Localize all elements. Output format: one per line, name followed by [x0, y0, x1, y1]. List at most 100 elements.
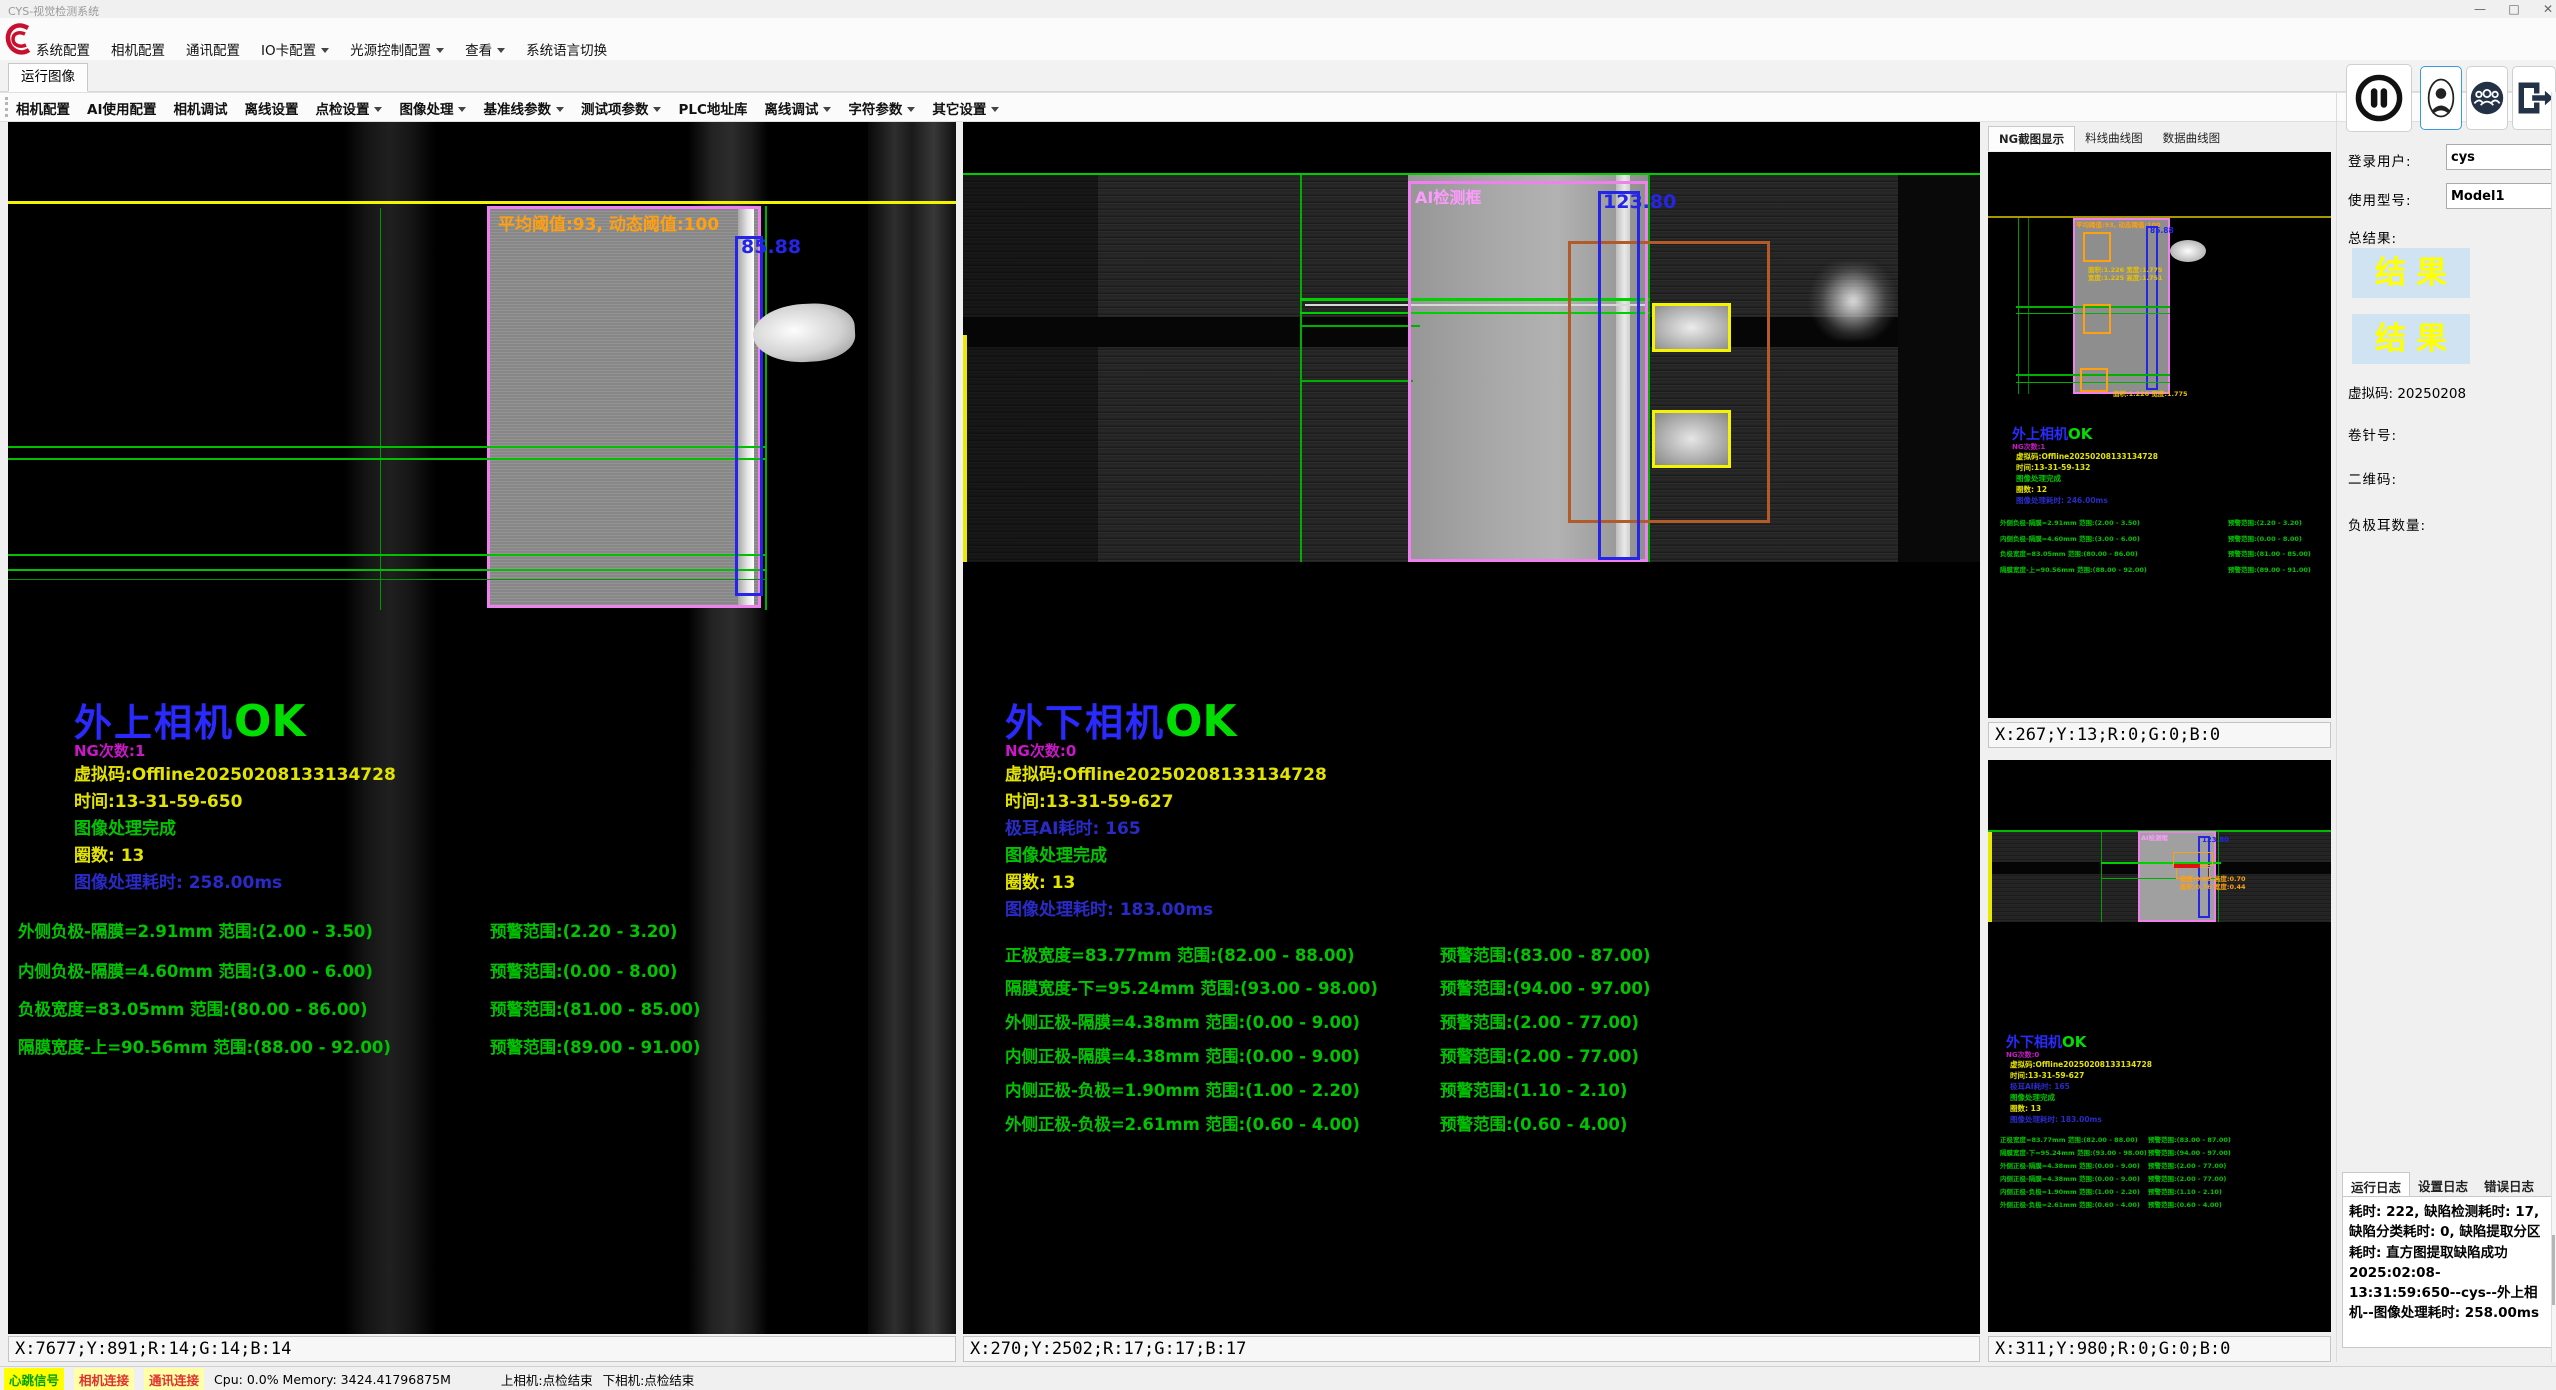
- guide-line: [765, 206, 767, 610]
- pause-button[interactable]: [2346, 64, 2412, 132]
- camera-status-block: 外下相机OK: [1005, 692, 1237, 747]
- guide-line: [380, 208, 381, 610]
- menu-comm-config[interactable]: 通讯配置: [186, 39, 240, 59]
- menu-light-control-config[interactable]: 光源控制配置: [350, 39, 444, 59]
- user-login-button[interactable]: [2420, 66, 2462, 130]
- camera-status-block: 外下相机OK: [2006, 1032, 2086, 1052]
- ng-thumbnail-top[interactable]: 平均阈值:93, 动态阈值:100 85.88 面积:1.226 宽度:1.77…: [1988, 152, 2331, 718]
- user-icon: [2426, 74, 2456, 122]
- ai-box-label: AI检测框: [2141, 832, 2168, 842]
- image-stripe: [344, 122, 436, 1334]
- measurement-row: 内侧正极-隔膜=4.38mm 范围:(0.00 - 9.00)预警范围:(2.0…: [1005, 1043, 1965, 1067]
- model-field[interactable]: [2446, 183, 2556, 209]
- status-bar: 心跳信号 相机连接 通讯连接 Cpu: 0.0% Memory: 3424.41…: [0, 1366, 2556, 1390]
- guide-line: [8, 458, 766, 460]
- tab-data-curve[interactable]: 数据曲线图: [2153, 126, 2231, 151]
- menu-language-switch[interactable]: 系统语言切换: [526, 39, 607, 59]
- measure-value-text: 85.88: [2150, 226, 2174, 235]
- thumb2-cursor-coords: X:311;Y:980;R:0;G:0;B:0: [1988, 1336, 2331, 1362]
- right-cursor-coords: X:270;Y:2502;R:17;G:17;B:17: [963, 1336, 1980, 1362]
- tool-other-settings[interactable]: 其它设置: [932, 98, 999, 118]
- measurement-row: 外侧负极-隔膜=2.91mm 范围:(2.00 - 3.50)预警范围:(2.2…: [18, 918, 948, 942]
- loop-count: 圈数: 12: [2016, 484, 2047, 495]
- measure-value-text: 123.80: [2202, 836, 2229, 844]
- menu-bar: 系统配置 相机配置 通讯配置 IO卡配置 光源控制配置 查看 系统语言切换: [0, 18, 2556, 61]
- virtual-code: 虚拟码:Offline20250208133134728: [2016, 451, 2158, 462]
- measurement-row: 外侧正极-负极=2.61mm 范围:(0.60 - 4.00)预警范围:(0.6…: [2000, 1199, 2140, 1209]
- bottom-camera-check-status: 下相机:点检结束: [603, 1370, 695, 1389]
- tab-material-curve[interactable]: 料线曲线图: [2075, 126, 2153, 151]
- toolbar-grip[interactable]: [5, 97, 8, 117]
- tool-image-process[interactable]: 图像处理: [399, 98, 466, 118]
- heartbeat-status: 心跳信号: [4, 1368, 64, 1390]
- ng-thumbnail-bottom[interactable]: AI检测框 123.80 宽度:0.88 高度:0.70 面积:0.76 宽度:…: [1988, 760, 2331, 1332]
- tool-offline-debug[interactable]: 离线调试: [764, 98, 831, 118]
- capture-time: 时间:13-31-59-627: [1005, 787, 1173, 812]
- measure-box-blue: [735, 236, 763, 596]
- top-camera-check-status: 上相机:点检结束: [501, 1370, 593, 1389]
- window-title: CYS-视觉检测系统: [8, 3, 99, 19]
- login-user-field[interactable]: [2446, 144, 2556, 170]
- camera-ok-status: OK: [1165, 696, 1237, 747]
- minimize-icon[interactable]: —: [2466, 2, 2494, 16]
- user-manage-button[interactable]: [2466, 66, 2508, 130]
- loop-count: 圈数: 13: [1005, 868, 1075, 893]
- maximize-icon[interactable]: □: [2500, 2, 2528, 16]
- defect-annotation: 宽度:1.225 高度:1.751: [2088, 272, 2163, 282]
- qr-code-label: 二维码:: [2348, 468, 2397, 488]
- film-region-box: [487, 206, 761, 608]
- tool-test-params[interactable]: 测试项参数: [581, 98, 662, 118]
- tool-baseline-params[interactable]: 基准线参数: [483, 98, 564, 118]
- defect-annotation: 面积:0.76 宽度:0.44: [2180, 881, 2246, 891]
- menu-camera-config[interactable]: 相机配置: [111, 39, 165, 59]
- camera-status-block: 外上相机OK: [74, 692, 306, 747]
- measurement-row: 正极宽度=83.77mm 范围:(82.00 - 88.00)预警范围:(83.…: [1005, 942, 1965, 966]
- defect-mark-red: [2174, 864, 2200, 868]
- loop-count: 圈数: 13: [2010, 1103, 2041, 1114]
- measurement-row: 外侧正极-负极=2.61mm 范围:(0.60 - 4.00)预警范围:(0.6…: [1005, 1111, 1965, 1135]
- exit-button[interactable]: [2512, 66, 2556, 130]
- right-camera-view[interactable]: AI检测框 123.80 外下相机OK NG次数:0 虚拟码:Offline20…: [963, 122, 1980, 1334]
- guide-line: [1300, 380, 1413, 382]
- defect-box: [2083, 232, 2111, 262]
- camera-title: 外下相机: [1005, 701, 1165, 745]
- defect-annotation: 面积:1.226 宽度:1.775: [2113, 388, 2188, 398]
- menu-system-config[interactable]: 系统配置: [36, 39, 90, 59]
- measure-box-blue: [1598, 191, 1640, 560]
- close-icon[interactable]: ✕: [2534, 2, 2556, 16]
- tool-spot-check[interactable]: 点检设置: [315, 98, 382, 118]
- camera-title: 外上相机: [74, 701, 234, 745]
- left-cursor-coords: X:7677;Y:891;R:14;G:14;B:14: [8, 1336, 956, 1362]
- measurement-row: 内侧负极-隔膜=4.60mm 范围:(3.00 - 6.00)预警范围:(0.0…: [2000, 533, 2140, 543]
- measurement-row: 隔膜宽度-上=90.56mm 范围:(88.00 - 92.00)预警范围:(8…: [18, 1034, 948, 1058]
- tab-run-image[interactable]: 运行图像: [8, 63, 88, 92]
- tool-plc-address[interactable]: PLC地址库: [678, 98, 747, 118]
- tool-camera-debug[interactable]: 相机调试: [173, 98, 227, 118]
- scrollbar-thumb[interactable]: [2552, 1235, 2555, 1305]
- virtual-code: 虚拟码:Offline20250208133134728: [2010, 1059, 2152, 1070]
- user-group-icon: [2469, 80, 2505, 116]
- cpu-memory-status: Cpu: 0.0% Memory: 3424.41796875M: [214, 1372, 451, 1387]
- measurement-row: 隔膜宽度-上=90.56mm 范围:(88.00 - 92.00)预警范围:(8…: [2000, 564, 2147, 574]
- menu-view[interactable]: 查看: [465, 39, 505, 59]
- needle-number-label: 卷针号:: [2348, 424, 2397, 444]
- left-camera-view[interactable]: 平均阈值:93, 动态阈值:100 85.88 外上相机OK NG次数:1 虚拟…: [8, 122, 956, 1334]
- toolbar: 相机配置 AI使用配置 相机调试 离线设置 点检设置 图像处理 基准线参数 测试…: [0, 92, 2556, 122]
- guide-line: [8, 579, 766, 580]
- login-user-label: 登录用户:: [2348, 150, 2412, 170]
- tool-camera-config[interactable]: 相机配置: [16, 98, 70, 118]
- menu-io-card-config[interactable]: IO卡配置: [261, 39, 329, 59]
- run-log-text[interactable]: 耗时: 222, 缺陷检测耗时: 17, 缺陷分类耗时: 0, 缺陷提取分区耗时…: [2342, 1196, 2552, 1348]
- process-elapsed: 图像处理耗时: 183.00ms: [2010, 1114, 2102, 1125]
- image-stripe: [868, 122, 956, 1334]
- tab-ng-screenshot[interactable]: NG截图显示: [1988, 126, 2075, 151]
- scrollbar[interactable]: [2551, 92, 2556, 1362]
- ai-elapsed: 极耳AI耗时: 165: [1005, 814, 1141, 839]
- measurement-row: 隔膜宽度-下=95.24mm 范围:(93.00 - 98.00)预警范围:(9…: [2000, 1147, 2147, 1157]
- tool-offline-setting[interactable]: 离线设置: [244, 98, 298, 118]
- comm-connect-status: 通讯连接: [144, 1368, 204, 1390]
- exit-door-icon: [2514, 79, 2554, 117]
- sidebar-divider: [2336, 92, 2337, 1362]
- tool-ai-use-config[interactable]: AI使用配置: [87, 98, 156, 118]
- tool-char-params[interactable]: 字符参数: [848, 98, 915, 118]
